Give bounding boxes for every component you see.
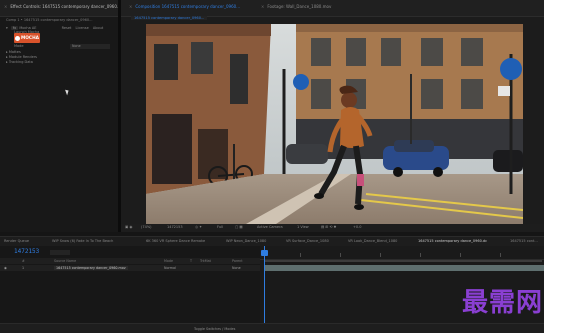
toggle-switches-modes[interactable]: Toggle Switches / Modes — [194, 327, 235, 331]
about-button[interactable]: About — [93, 26, 103, 30]
magnification-dropdown[interactable]: (74%) — [141, 225, 152, 229]
mouse-pointer-icon — [65, 88, 70, 96]
close-icon[interactable]: × — [4, 4, 7, 9]
eye-icon[interactable]: ◉ — [4, 266, 7, 270]
view-options-icon[interactable]: ▣ ◉ — [125, 225, 132, 229]
camera-dropdown[interactable]: Active Camera — [257, 225, 283, 229]
mocha-logo-icon — [14, 35, 20, 41]
layer-duration-bar[interactable] — [264, 265, 544, 271]
timeline-timecode[interactable]: 1472153 — [14, 248, 39, 255]
work-area-bar[interactable] — [264, 260, 542, 262]
column-source-name[interactable]: Source Name — [54, 259, 76, 263]
layer-name[interactable]: 1647515 contemporary dancer_0960.mov — [54, 266, 128, 270]
tab-render-queue[interactable]: Render Queue — [4, 239, 29, 243]
playhead-line[interactable] — [264, 246, 265, 323]
video-frame[interactable] — [146, 24, 523, 224]
tab-timeline[interactable]: VR Surface_Dance_1080 — [286, 239, 329, 243]
mocha-launch-button[interactable]: MOCHA — [14, 33, 40, 43]
column-t: T — [190, 259, 193, 263]
effect-controls-panel: × Effect Controls: 1647515 contemporary d… — [0, 0, 121, 232]
column-mode[interactable]: Mode — [164, 259, 173, 263]
viewer-icons[interactable]: ▤ ⊞ ⟲ ✸ — [321, 225, 336, 229]
license-button[interactable]: License — [76, 26, 89, 30]
timeline-column-header: # Source Name Mode T TrkMat Parent — [0, 258, 260, 264]
tab-effect-controls[interactable]: × Effect Controls: 1647515 contemporary d… — [4, 4, 121, 9]
composition-viewer: × Composition 1647515 contemporary dancer… — [121, 0, 544, 232]
column-number: # — [22, 259, 25, 263]
close-icon[interactable]: × — [129, 4, 132, 9]
tab-timeline[interactable]: WIP Neon_Dance_1080 — [226, 239, 266, 243]
section-module-renders[interactable]: ▸ Module Renders — [6, 55, 37, 59]
reset-button[interactable]: Reset — [62, 26, 72, 30]
viewer-toolbar: ▣ ◉ (74%) 1472153 ◎ ✦ Full ▢ ▦ Active Ca… — [121, 224, 544, 232]
section-mattes[interactable]: ▸ Mattes — [6, 50, 21, 54]
tab-timeline[interactable]: WIP Snow (6) Fade In To The Beach — [52, 239, 113, 243]
timeline-status-bar: Toggle Switches / Modes — [0, 323, 544, 333]
close-icon[interactable]: × — [261, 4, 264, 9]
table-row[interactable]: ◉ 1 1647515 contemporary dancer_0960.mov… — [0, 265, 260, 271]
effect-controls-tabbar: × Effect Controls: 1647515 contemporary d… — [0, 0, 121, 17]
timeline-tabbar: Render Queue WIP Snow (6) Fade In To The… — [0, 236, 544, 246]
column-parent[interactable]: Parent — [232, 259, 243, 263]
resolution-dropdown[interactable]: Full — [217, 225, 223, 229]
layer-parent-dropdown[interactable]: None — [232, 266, 241, 270]
effect-controls-path: Comp 1 • 1647515 contemporary dancer_096… — [6, 18, 93, 22]
expand-icon[interactable]: ▾ — [6, 26, 8, 30]
time-ruler[interactable] — [260, 250, 544, 260]
view-layout-dropdown[interactable]: 1 View — [297, 225, 309, 229]
viewer-timecode[interactable]: 1472153 — [167, 225, 183, 229]
snapshot-icon[interactable]: ◎ ✦ — [195, 225, 202, 229]
exposure-value[interactable]: +0.0 — [353, 225, 362, 229]
tab-timeline[interactable]: 1647515 cont... — [510, 239, 538, 243]
layer-search-input[interactable] — [50, 250, 70, 255]
section-tracking-data[interactable]: ▸ Tracking Data — [6, 60, 33, 64]
viewer-tabbar: × Composition 1647515 contemporary dancer… — [121, 0, 544, 17]
mode-label: Mode — [14, 44, 24, 48]
tab-timeline[interactable]: 6K 360 VR Sphere Dance Remake — [146, 239, 205, 243]
comp-name-badge[interactable]: 1647515 contemporary dancer_0960... — [131, 16, 208, 20]
street-scene-image — [146, 24, 523, 224]
tab-timeline-active[interactable]: 1647515 contemporary dance_0960.dc — [418, 239, 487, 243]
tab-timeline[interactable]: VR Look_Dance_Blend_1080 — [348, 239, 397, 243]
mode-dropdown[interactable]: None — [70, 44, 110, 49]
watermark-text: 最需网 — [462, 288, 544, 318]
column-trkmat[interactable]: TrkMat — [200, 259, 211, 263]
layer-mode-dropdown[interactable]: Normal — [164, 266, 176, 270]
playhead-handle[interactable] — [261, 250, 268, 256]
layer-index: 1 — [22, 266, 25, 270]
region-of-interest-icon[interactable]: ▢ ▦ — [235, 225, 243, 229]
tab-footage[interactable]: × Footage: Wall_Dance_1080.mov — [261, 4, 331, 9]
tab-composition[interactable]: × Composition 1647515 contemporary dancer… — [129, 4, 240, 9]
